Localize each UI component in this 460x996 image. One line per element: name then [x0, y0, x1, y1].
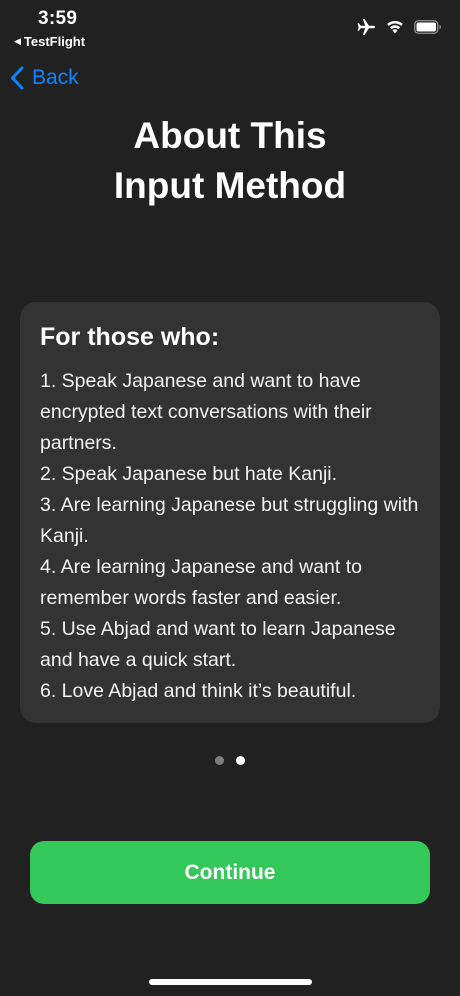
return-to-app-link[interactable]: ◀ TestFlight [14, 34, 85, 49]
page-title: About This Input Method [0, 111, 460, 211]
card-list: 1. Speak Japanese and want to have encry… [40, 366, 420, 707]
back-button-label: Back [32, 66, 79, 89]
continue-button[interactable]: Continue [30, 841, 430, 904]
status-icons [356, 18, 442, 36]
battery-icon [414, 20, 441, 34]
list-item: 5. Use Abjad and want to learn Japanese … [40, 618, 396, 671]
chevron-left-icon [11, 66, 24, 90]
info-card: For those who: 1. Speak Japanese and wan… [20, 302, 440, 723]
back-button[interactable]: Back [10, 66, 79, 90]
status-bar: 3:59 ◀ TestFlight [0, 0, 460, 54]
list-item: 4. Are learning Japanese and want to rem… [40, 556, 362, 609]
card-heading: For those who: [40, 323, 220, 351]
list-item: 2. Speak Japanese but hate Kanji. [40, 463, 338, 485]
page-dot-1[interactable] [215, 756, 224, 765]
list-item: 1. Speak Japanese and want to have encry… [40, 370, 372, 454]
return-app-label: TestFlight [23, 34, 86, 49]
page-title-line-2: Input Method [113, 165, 347, 206]
page-title-line-1: About This [133, 115, 327, 156]
back-triangle-icon: ◀ [14, 36, 21, 46]
list-item: 3. Are learning Japanese but struggling … [40, 494, 419, 547]
wifi-icon [387, 20, 403, 34]
page-dot-2-active[interactable] [236, 756, 245, 765]
status-time: 3:59 [38, 8, 78, 29]
page-indicator[interactable] [0, 756, 460, 765]
airplane-mode-icon [357, 19, 375, 35]
list-item: 6. Love Abjad and think it’s beautiful. [40, 680, 357, 702]
home-indicator[interactable] [149, 979, 312, 985]
